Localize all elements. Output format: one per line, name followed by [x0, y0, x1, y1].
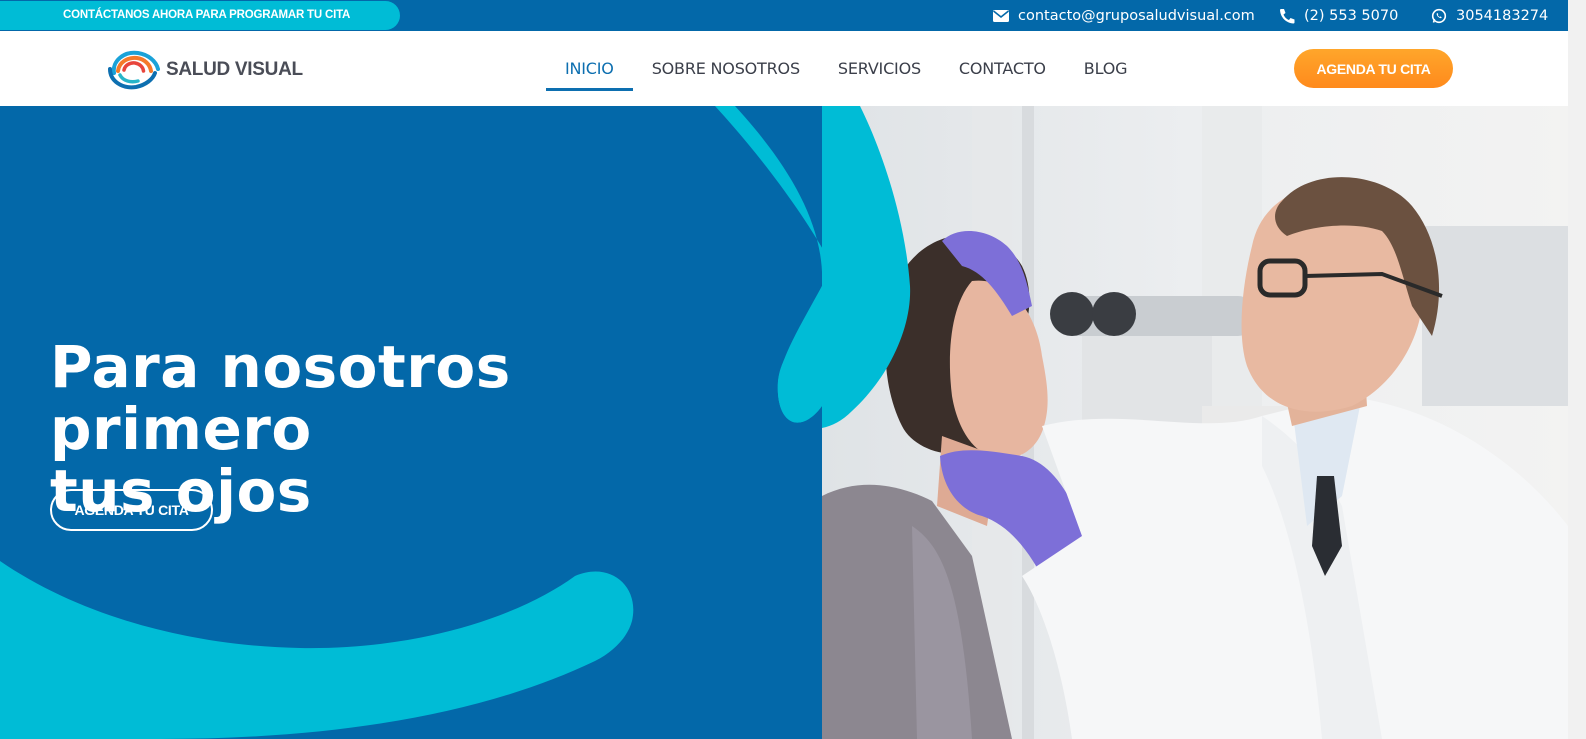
logo-swirl-icon [108, 50, 160, 90]
whatsapp-icon [1430, 8, 1448, 24]
phone-link[interactable]: (2) 553 5070 [1278, 7, 1398, 25]
email-text: contacto@gruposaludvisual.com [1018, 8, 1255, 24]
salud-visual-logo[interactable]: SALUD VISUAL [106, 47, 303, 91]
nav-item-sobre-nosotros[interactable]: SOBRE NOSOTROS [633, 31, 819, 106]
nav-item-blog[interactable]: BLOG [1065, 31, 1147, 106]
whatsapp-text: 3054183274 [1456, 8, 1549, 24]
header-agenda-button[interactable]: AGENDA TU CITA [1294, 49, 1453, 88]
hero-headline-line1: Para nosotros primero [50, 333, 511, 463]
page-scrollbar[interactable] [1568, 0, 1586, 739]
top-contact-bar: CONTÁCTANOS AHORA PARA PROGRAMAR TU CITA… [0, 0, 1568, 31]
phone-icon [1278, 8, 1296, 24]
logo-text: SALUD VISUAL [166, 59, 303, 80]
main-navigation: INICIO SOBRE NOSOTROS SERVICIOS CONTACTO… [546, 31, 1146, 106]
hero-agenda-button[interactable]: AGENDA TU CITA [50, 489, 213, 531]
contact-now-text: CONTÁCTANOS AHORA PARA PROGRAMAR TU CITA [63, 9, 351, 21]
nav-item-servicios[interactable]: SERVICIOS [819, 31, 940, 106]
whatsapp-link[interactable]: 3054183274 [1430, 7, 1548, 25]
site-header: SALUD VISUAL INICIO SOBRE NOSOTROS SERVI… [0, 31, 1568, 106]
phone-text: (2) 553 5070 [1304, 8, 1399, 24]
hero-section: Para nosotros primero tus ojos AGENDA TU… [0, 106, 1568, 739]
envelope-icon [992, 8, 1010, 24]
email-link[interactable]: contacto@gruposaludvisual.com [992, 7, 1255, 25]
nav-item-contacto[interactable]: CONTACTO [940, 31, 1065, 106]
contact-now-banner[interactable]: CONTÁCTANOS AHORA PARA PROGRAMAR TU CITA [0, 1, 400, 30]
nav-item-inicio[interactable]: INICIO [546, 31, 633, 106]
